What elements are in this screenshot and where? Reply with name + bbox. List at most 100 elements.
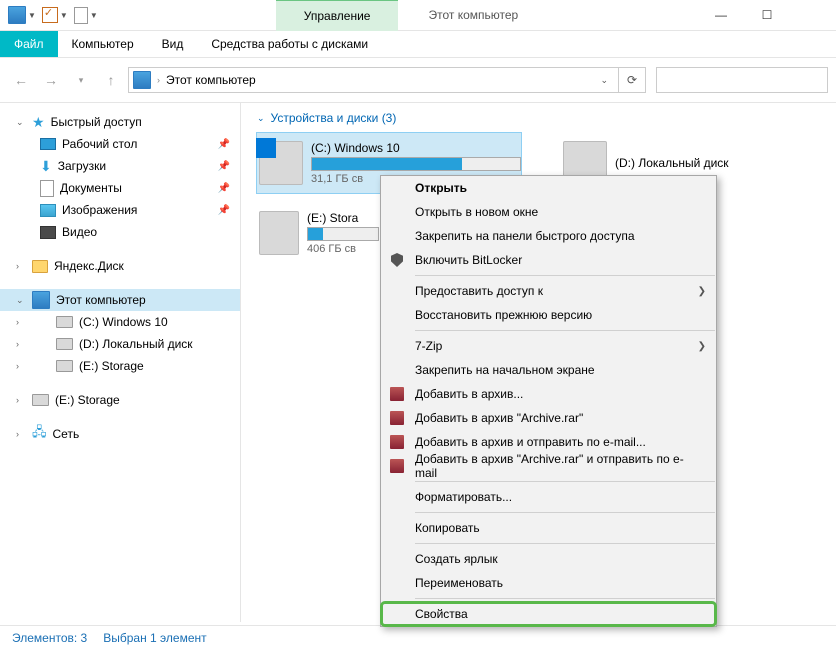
cm-share-access[interactable]: Предоставить доступ к❯ <box>381 279 716 303</box>
drive-free-text: 406 ГБ св <box>307 243 379 255</box>
nav-documents[interactable]: Документы📌 <box>0 177 240 199</box>
star-icon: ★ <box>32 114 45 131</box>
cm-rar-email[interactable]: Добавить в архив и отправить по e-mail..… <box>381 430 716 454</box>
nav-downloads[interactable]: ⬇Загрузки📌 <box>0 155 240 177</box>
cm-rename[interactable]: Переименовать <box>381 571 716 595</box>
tab-file[interactable]: Файл <box>0 31 58 57</box>
titlebar: ▼ ▼ ▼ Управление Этот компьютер — ☐ <box>0 0 836 31</box>
rar-icon <box>389 458 405 474</box>
nav-up-button[interactable]: ↑ <box>98 67 124 93</box>
separator <box>415 330 715 331</box>
cm-rar-add[interactable]: Добавить в архив... <box>381 382 716 406</box>
cm-pin-quick-access[interactable]: Закрепить на панели быстрого доступа <box>381 224 716 248</box>
address-bar[interactable]: › Этот компьютер ⌄ <box>128 67 619 93</box>
pin-icon: 📌 <box>218 161 230 172</box>
drive-icon <box>259 211 299 255</box>
expander-icon[interactable]: ⌄ <box>16 117 24 128</box>
nav-drive-d[interactable]: ›(D:) Локальный диск <box>0 333 240 355</box>
separator <box>415 512 715 513</box>
nav-yandex-disk[interactable]: ›Яндекс.Диск <box>0 255 240 277</box>
address-crumb[interactable]: Этот компьютер <box>166 73 256 87</box>
nav-videos[interactable]: Видео <box>0 221 240 243</box>
shield-icon <box>389 252 405 268</box>
maximize-button[interactable]: ☐ <box>744 0 790 30</box>
expander-icon[interactable]: › <box>16 361 19 371</box>
folder-icon <box>32 260 48 273</box>
pin-icon: 📌 <box>218 205 230 216</box>
qat-new-button[interactable]: ▼ <box>74 7 98 24</box>
ribbon-context-tab[interactable]: Управление <box>276 0 399 31</box>
cm-open-new-window[interactable]: Открыть в новом окне <box>381 200 716 224</box>
expander-icon[interactable]: › <box>16 317 19 327</box>
nav-forward-button[interactable]: → <box>38 67 64 93</box>
expander-icon[interactable]: › <box>16 261 19 271</box>
cm-7zip[interactable]: 7-Zip❯ <box>381 334 716 358</box>
nav-drive-e[interactable]: ›(E:) Storage <box>0 355 240 377</box>
drive-name: (E:) Stora <box>307 211 379 225</box>
separator <box>415 543 715 544</box>
drive-icon <box>259 141 303 185</box>
nav-this-pc[interactable]: ⌄Этот компьютер <box>0 289 240 311</box>
nav-drive-e-ext[interactable]: ›(E:) Storage <box>0 389 240 411</box>
cm-open[interactable]: Открыть <box>381 176 716 200</box>
rar-icon <box>389 434 405 450</box>
cm-properties[interactable]: Свойства <box>381 602 716 626</box>
cm-restore-previous[interactable]: Восстановить прежнюю версию <box>381 303 716 327</box>
check-icon <box>42 7 58 23</box>
cm-create-shortcut[interactable]: Создать ярлык <box>381 547 716 571</box>
address-row: ← → ▾ ↑ › Этот компьютер ⌄ ⟳ <box>0 58 836 103</box>
search-input[interactable] <box>656 67 828 93</box>
ribbon-tabs: Файл Компьютер Вид Средства работы с дис… <box>0 31 836 58</box>
tab-computer[interactable]: Компьютер <box>58 31 148 57</box>
cm-format[interactable]: Форматировать... <box>381 485 716 509</box>
document-icon <box>74 7 88 24</box>
nav-desktop[interactable]: Рабочий стол📌 <box>0 133 240 155</box>
nav-drive-c[interactable]: ›(C:) Windows 10 <box>0 311 240 333</box>
tab-view[interactable]: Вид <box>148 31 198 57</box>
group-header-devices[interactable]: ⌄ Устройства и диски (3) <box>257 111 820 125</box>
cm-copy[interactable]: Копировать <box>381 516 716 540</box>
nav-quick-access[interactable]: ⌄★Быстрый доступ <box>0 111 240 133</box>
cm-pin-start[interactable]: Закрепить на начальном экране <box>381 358 716 382</box>
chevron-right-icon: › <box>157 75 160 85</box>
qat-app-icon[interactable]: ▼ <box>8 6 36 24</box>
pictures-icon <box>40 204 56 217</box>
disk-icon <box>56 316 73 328</box>
chevron-down-icon: ⌄ <box>257 113 265 124</box>
monitor-icon <box>32 291 50 309</box>
download-icon: ⬇ <box>40 158 52 175</box>
nav-history-button[interactable]: ▾ <box>68 67 94 93</box>
network-icon: 🖧 <box>32 423 47 445</box>
expander-icon[interactable]: ⌄ <box>16 295 24 306</box>
refresh-button[interactable]: ⟳ <box>619 67 646 93</box>
cm-rar-archive[interactable]: Добавить в архив "Archive.rar" <box>381 406 716 430</box>
minimize-button[interactable]: — <box>698 0 744 30</box>
chevron-right-icon: ❯ <box>698 286 706 297</box>
pin-icon: 📌 <box>218 139 230 150</box>
status-item-count: Элементов: 3 <box>12 631 87 645</box>
expander-icon[interactable]: › <box>16 429 19 439</box>
window-title: Этот компьютер <box>428 8 518 22</box>
disk-icon <box>56 338 73 350</box>
file-explorer-window: { "titlebar": { "context_tab": "Управлен… <box>0 0 836 650</box>
nav-network[interactable]: ›🖧Сеть <box>0 423 240 445</box>
quick-access-toolbar: ▼ ▼ ▼ <box>0 6 106 24</box>
chevron-right-icon: ❯ <box>698 341 706 352</box>
drive-context-menu: Открыть Открыть в новом окне Закрепить н… <box>380 175 717 627</box>
drive-e[interactable]: (E:) Stora 406 ГБ св <box>257 203 381 263</box>
drive-usage-bar <box>311 157 521 171</box>
cm-bitlocker[interactable]: Включить BitLocker <box>381 248 716 272</box>
cm-rar-archive-email[interactable]: Добавить в архив "Archive.rar" и отправи… <box>381 454 716 478</box>
expander-icon[interactable]: › <box>16 395 19 405</box>
drive-usage-bar <box>307 227 379 241</box>
nav-pictures[interactable]: Изображения📌 <box>0 199 240 221</box>
drive-name: (C:) Windows 10 <box>311 141 519 155</box>
tab-drive-tools[interactable]: Средства работы с дисками <box>197 31 382 57</box>
address-dropdown-button[interactable]: ⌄ <box>600 75 614 86</box>
qat-properties-button[interactable]: ▼ <box>42 7 68 23</box>
pin-icon: 📌 <box>218 183 230 194</box>
status-bar: Элементов: 3 Выбран 1 элемент <box>0 625 836 650</box>
close-button[interactable] <box>790 0 836 30</box>
nav-back-button[interactable]: ← <box>8 67 34 93</box>
expander-icon[interactable]: › <box>16 339 19 349</box>
